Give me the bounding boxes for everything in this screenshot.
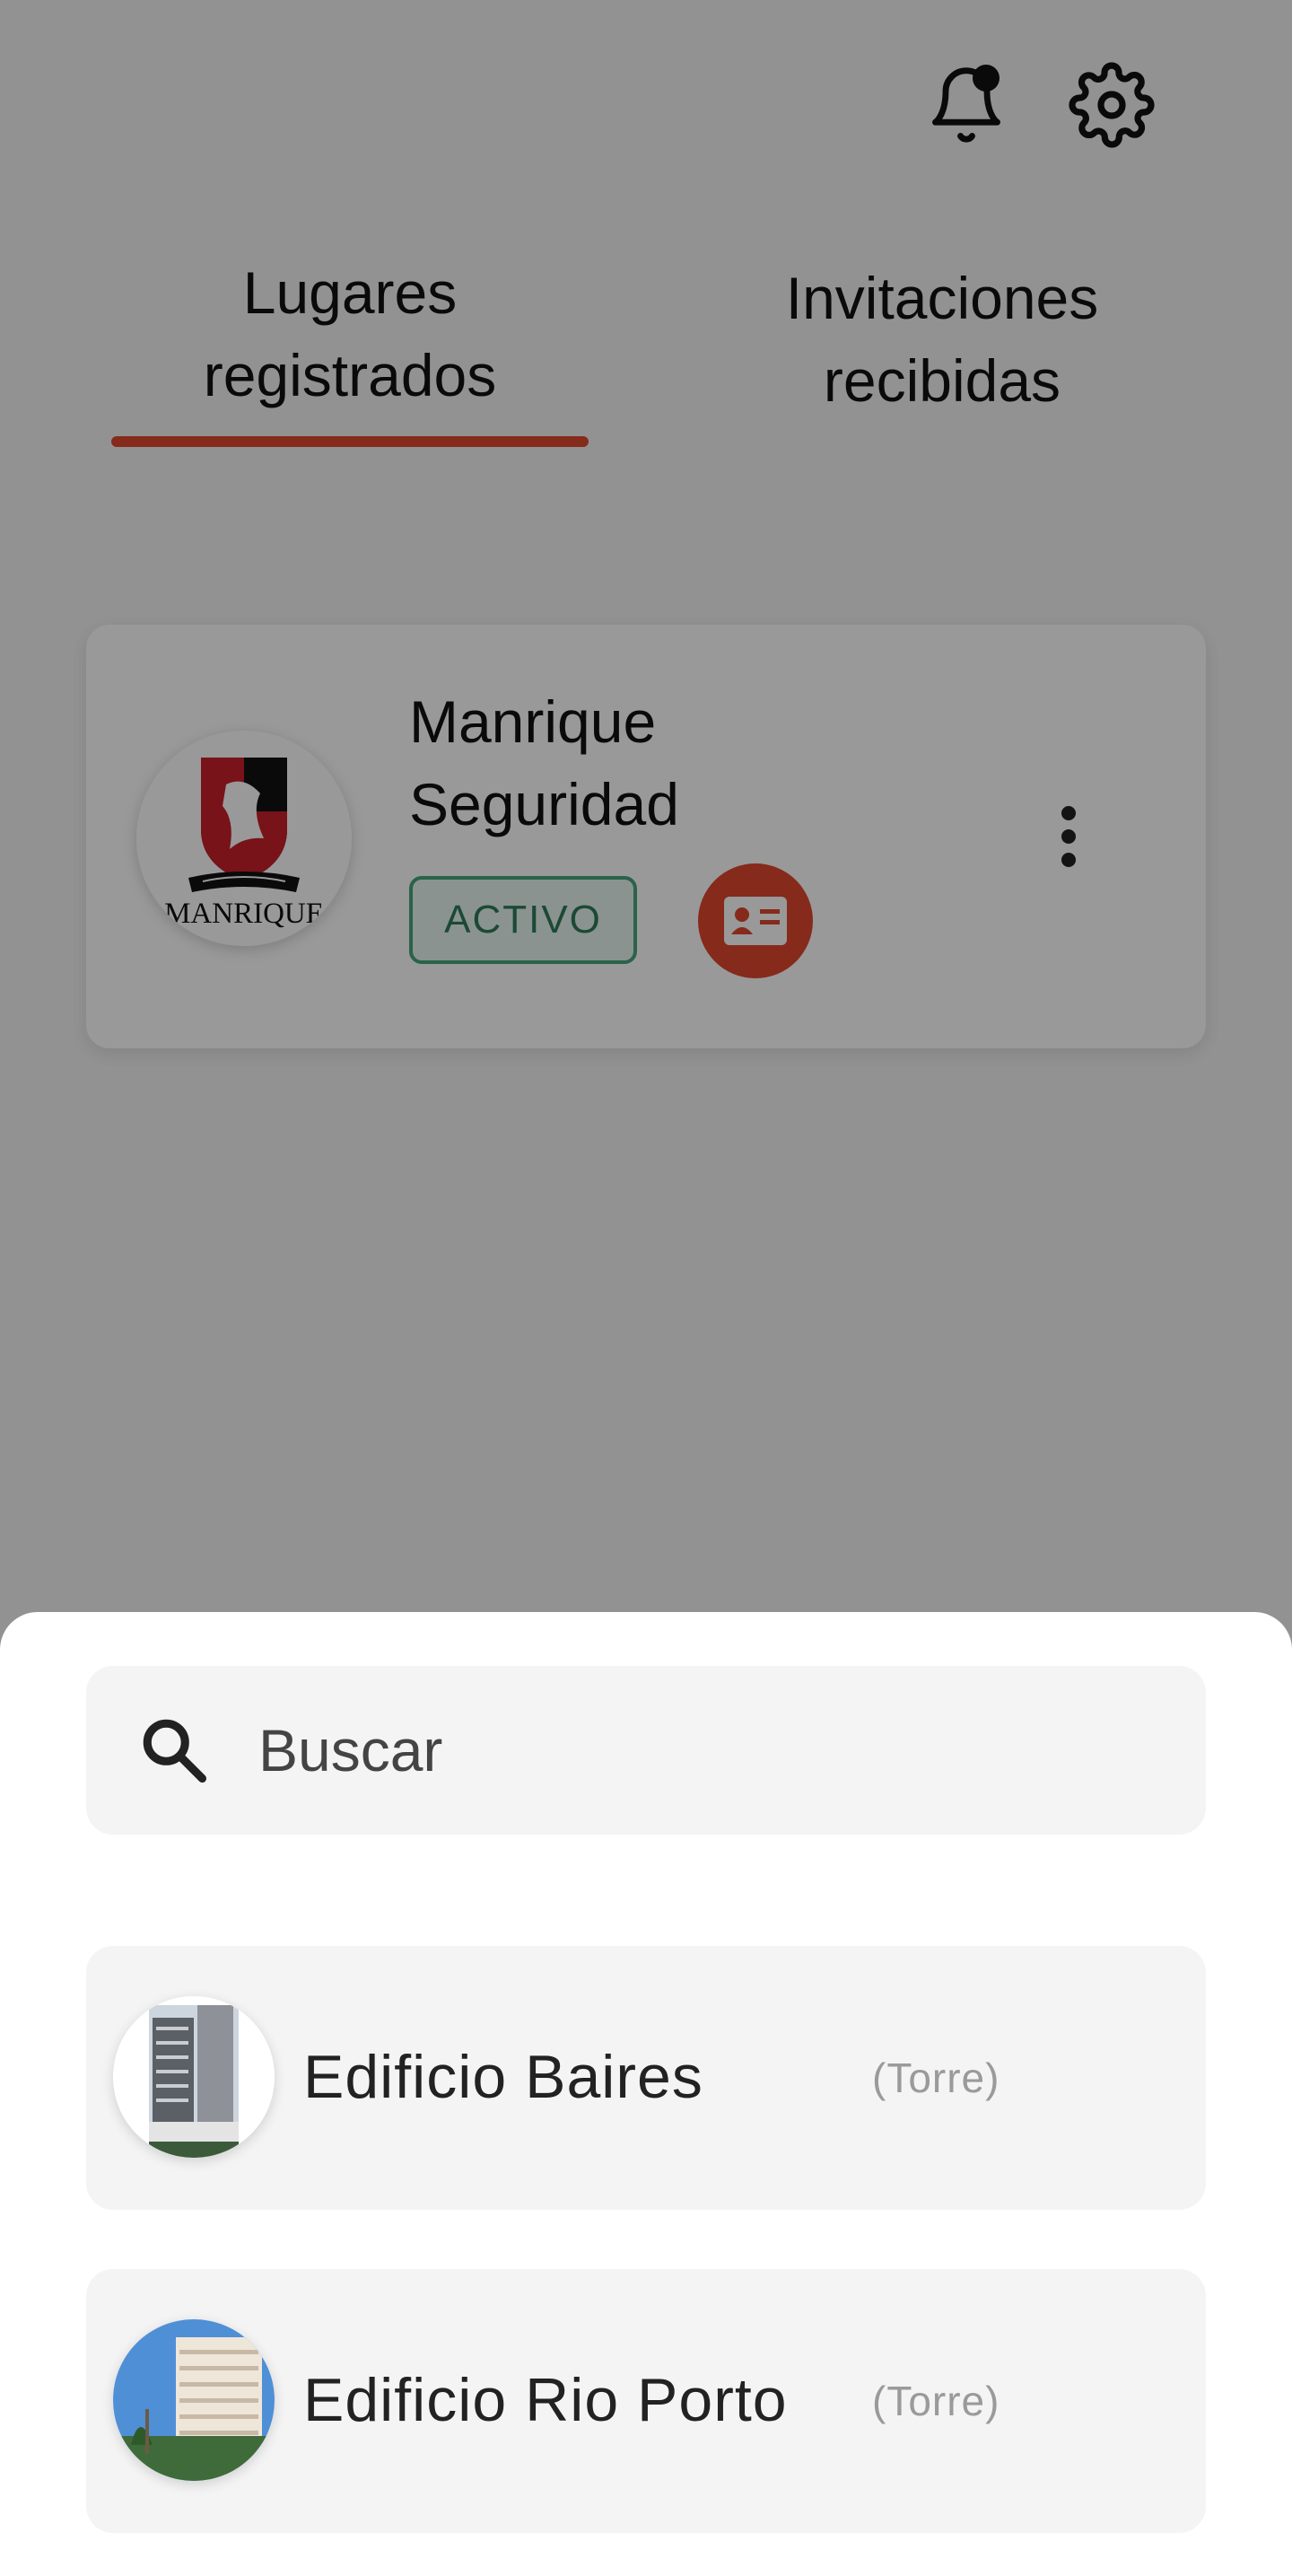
building-photo-icon	[113, 1996, 275, 2158]
building-photo-icon	[113, 2319, 275, 2481]
place-result-name: Edificio Rio Porto	[303, 2366, 788, 2434]
list-item[interactable]: Edificio Baires (Torre)	[86, 1946, 1206, 2210]
search-icon	[143, 1719, 207, 1783]
search-bottom-sheet: Buscar Edificio Baires (Torre) Edificio …	[0, 1612, 1292, 2576]
search-input[interactable]: Buscar	[86, 1666, 1206, 1835]
building-thumbnail	[113, 2319, 275, 2481]
building-thumbnail	[113, 1996, 275, 2158]
place-result-type: (Torre)	[872, 2378, 1000, 2424]
place-result-name: Edificio Baires	[303, 2043, 703, 2111]
search-placeholder: Buscar	[258, 1717, 443, 1783]
place-result-type: (Torre)	[872, 2055, 1000, 2101]
list-item[interactable]: Edificio Rio Porto (Torre)	[86, 2269, 1206, 2533]
